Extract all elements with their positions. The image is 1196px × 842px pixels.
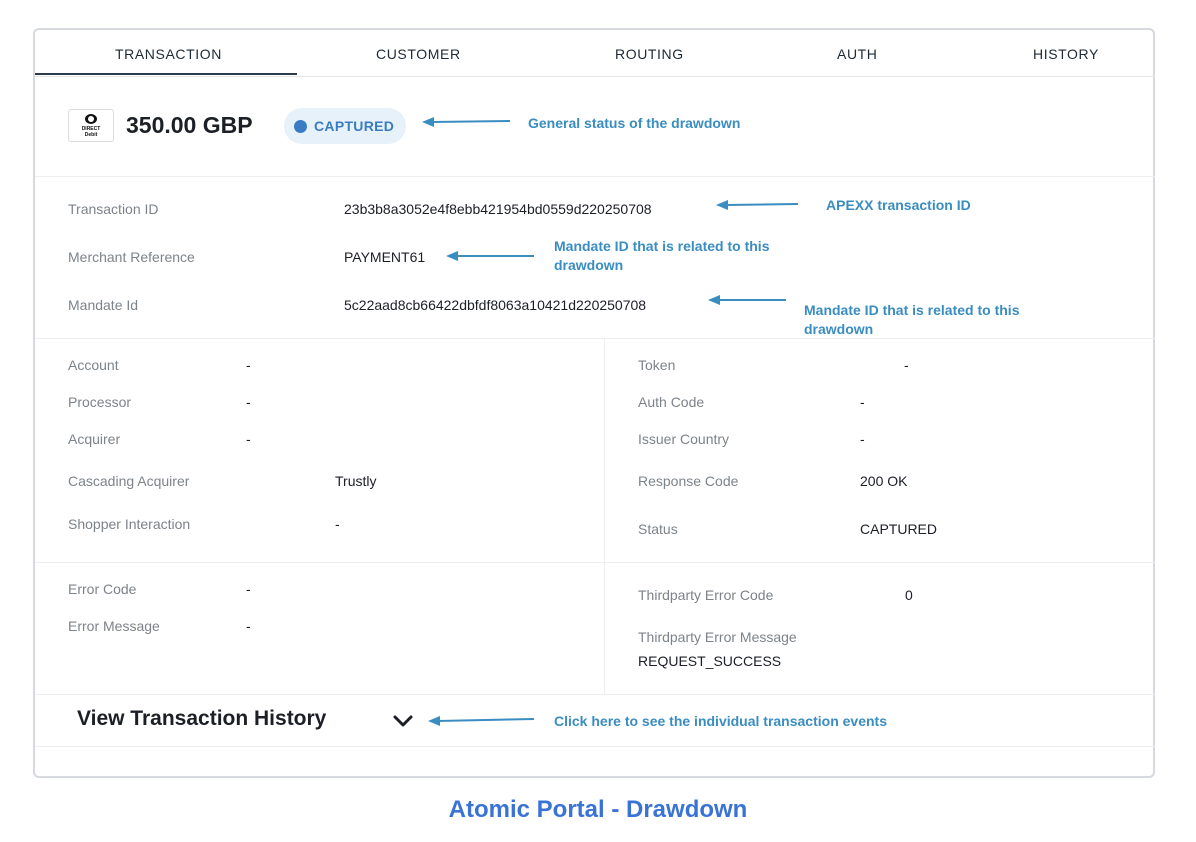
transaction-panel: TRANSACTION CUSTOMER ROUTING AUTH HISTOR… — [33, 28, 1155, 778]
response-code-label: Response Code — [638, 473, 739, 489]
active-tab-indicator — [35, 73, 297, 75]
arrow-left-icon — [422, 117, 511, 127]
transaction-id-annotation: APEXX transaction ID — [826, 197, 971, 213]
account-value: - — [246, 357, 251, 373]
view-transaction-history-toggle[interactable]: View Transaction History — [77, 707, 326, 731]
status-label: Status — [638, 521, 678, 537]
annotation-line: Mandate ID that is related to this — [804, 302, 1020, 318]
issuer-country-value: - — [860, 431, 865, 447]
tab-auth[interactable]: AUTH — [837, 46, 878, 62]
error-code-label: Error Code — [68, 581, 137, 597]
processor-value: - — [246, 394, 251, 410]
chevron-down-icon[interactable] — [392, 713, 414, 729]
status-value: CAPTURED — [860, 521, 938, 537]
acquirer-label: Acquirer — [68, 431, 121, 447]
thirdparty-error-code-label: Thirdparty Error Code — [638, 587, 774, 603]
status-badge: CAPTURED — [284, 108, 406, 144]
arrow-left-icon — [428, 716, 535, 726]
history-annotation: Click here to see the individual transac… — [554, 713, 887, 729]
merchant-reference-value: PAYMENT61 — [344, 249, 426, 265]
tab-routing[interactable]: ROUTING — [615, 46, 684, 62]
arrow-left-icon — [446, 251, 534, 261]
direct-debit-logo: DIRECT Debit — [68, 109, 114, 142]
thirdparty-error-message-label: Thirdparty Error Message — [638, 629, 797, 645]
column-divider — [604, 338, 605, 694]
merchant-reference-label: Merchant Reference — [68, 249, 195, 265]
auth-code-value: - — [860, 394, 865, 410]
error-message-label: Error Message — [68, 618, 160, 634]
mandate-id-annotation: Mandate ID that is related to this drawd… — [804, 301, 1019, 339]
merchant-reference-annotation: Mandate ID that is related to this drawd… — [554, 237, 769, 275]
tab-bar: TRANSACTION CUSTOMER ROUTING AUTH HISTOR… — [35, 30, 1155, 77]
thirdparty-error-message-value: REQUEST_SUCCESS — [638, 653, 782, 669]
arrow-left-icon — [716, 200, 799, 210]
token-label: Token — [638, 357, 676, 373]
tab-history[interactable]: HISTORY — [1033, 46, 1099, 62]
tab-transaction[interactable]: TRANSACTION — [115, 46, 222, 62]
processor-label: Processor — [68, 394, 132, 410]
direct-debit-seal-icon — [85, 114, 97, 124]
annotation-line: drawdown — [554, 257, 624, 273]
divider — [35, 176, 1155, 177]
divider — [35, 746, 1155, 747]
figure-caption: Atomic Portal - Drawdown — [448, 796, 748, 823]
account-label: Account — [68, 357, 119, 373]
status-dot-icon — [294, 120, 307, 133]
arrow-left-icon — [708, 295, 786, 305]
auth-code-label: Auth Code — [638, 394, 705, 410]
error-message-value: - — [246, 618, 251, 634]
annotation-line: drawdown — [804, 321, 874, 337]
logo-line-2: Debit — [84, 132, 98, 138]
error-code-value: - — [246, 581, 251, 597]
divider — [35, 694, 1155, 695]
tab-customer[interactable]: CUSTOMER — [376, 46, 461, 62]
transaction-id-label: Transaction ID — [68, 201, 159, 217]
shopper-interaction-label: Shopper Interaction — [68, 516, 191, 532]
acquirer-value: - — [246, 431, 251, 447]
cascading-acquirer-label: Cascading Acquirer — [68, 473, 190, 489]
mandate-id-value: 5c22aad8cb66422dbfdf8063a10421d220250708 — [344, 297, 647, 313]
status-annotation: General status of the drawdown — [528, 115, 741, 131]
response-code-value: 200 OK — [860, 473, 908, 489]
mandate-id-label: Mandate Id — [68, 297, 139, 313]
token-value: - — [904, 357, 909, 373]
annotation-line: Mandate ID that is related to this — [554, 238, 770, 254]
cascading-acquirer-value: Trustly — [335, 473, 377, 489]
status-badge-label: CAPTURED — [314, 118, 395, 134]
thirdparty-error-code-value: 0 — [905, 587, 913, 603]
divider — [35, 562, 1155, 563]
shopper-interaction-value: - — [335, 516, 340, 532]
issuer-country-label: Issuer Country — [638, 431, 730, 447]
transaction-amount: 350.00 GBP — [126, 112, 253, 138]
transaction-id-value: 23b3b8a3052e4f8ebb421954bd0559d220250708 — [344, 201, 652, 217]
